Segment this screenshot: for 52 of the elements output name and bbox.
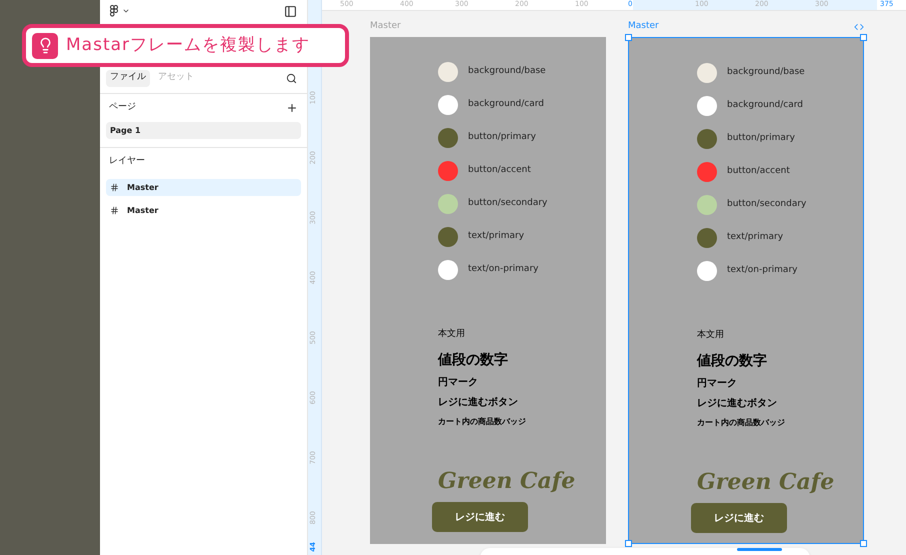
swatch-name: text/on-primary — [468, 263, 538, 276]
section-title: ページ — [109, 101, 136, 114]
selection-handle[interactable] — [625, 540, 632, 547]
layer-item[interactable]: Master — [106, 202, 301, 219]
type-sample: レジに進むボタン — [697, 399, 778, 411]
logo-text: Green Cafe — [438, 470, 576, 492]
type-sample: 値段の数字 — [697, 354, 768, 371]
type-sample: 値段の数字 — [438, 353, 509, 370]
swatch-name: button/secondary — [468, 197, 548, 210]
selection-handle[interactable] — [625, 34, 632, 41]
type-sample: 円マーク — [697, 379, 738, 391]
layer-name: Master — [127, 204, 158, 216]
sidebar-tab[interactable]: ファイル — [106, 70, 150, 86]
type-sample: カート内の商品数バッジ — [697, 419, 785, 429]
swatch-name: text/primary — [727, 231, 784, 244]
frame[interactable]: background/base background/card button/primary button/accent button/secondary text/primary text/on-primary 本文用 値段の数字 円マーク レジに進むボタン カート内の商品数バッジ Green Cafe レジに進む — [628, 37, 864, 544]
swatch-name: button/accent — [727, 165, 790, 178]
search-icon[interactable] — [286, 72, 297, 84]
type-sample: 本文用 — [697, 331, 725, 342]
selection-handle[interactable] — [860, 540, 867, 547]
swatch-name: background/card — [727, 99, 803, 112]
chevron-down-icon[interactable] — [122, 7, 130, 15]
frame-icon — [110, 206, 119, 215]
swatch-name: background/card — [468, 98, 544, 112]
swatch-name: text/primary — [468, 230, 524, 244]
logo-text: Green Cafe — [697, 471, 834, 493]
type-sample: レジに進むボタン — [438, 398, 519, 410]
page-item[interactable]: Page 1 — [106, 122, 301, 139]
frame-icon — [110, 183, 119, 192]
selection-handle[interactable] — [860, 34, 867, 41]
layer-item[interactable]: Master — [106, 179, 301, 196]
frame[interactable]: background/base background/card button/primary button/accent button/secondary text/primary text/on-primary 本文用 値段の数字 円マーク レジに進むボタン カート内の商品数バッジ Green Cafe レジに進む — [370, 37, 606, 544]
section-title: レイヤー — [109, 155, 145, 168]
swatch-name: background/base — [468, 65, 546, 78]
checkout-button[interactable]: レジに進む — [691, 503, 787, 533]
lightbulb-icon — [32, 32, 58, 58]
logo-icon[interactable] — [110, 5, 118, 17]
swatch-name: text/on-primary — [727, 264, 798, 278]
code-icon[interactable] — [854, 22, 864, 32]
swatch-name: button/primary — [468, 131, 536, 144]
callout-text: Mastarフレームを複製します — [66, 34, 310, 57]
layer-name: Master — [127, 182, 158, 194]
swatch-name: button/accent — [468, 164, 531, 178]
type-sample: カート内の商品数バッジ — [438, 418, 526, 428]
checkout-button[interactable]: レジに進む — [432, 502, 528, 532]
swatch-name: button/primary — [727, 132, 795, 146]
type-sample: 本文用 — [438, 330, 466, 341]
swatch-name: background/base — [727, 66, 805, 80]
add-icon[interactable] — [286, 102, 298, 114]
type-sample: 円マーク — [438, 378, 479, 390]
swatch-name: button/secondary — [727, 198, 806, 212]
panel-icon[interactable] — [284, 4, 297, 18]
